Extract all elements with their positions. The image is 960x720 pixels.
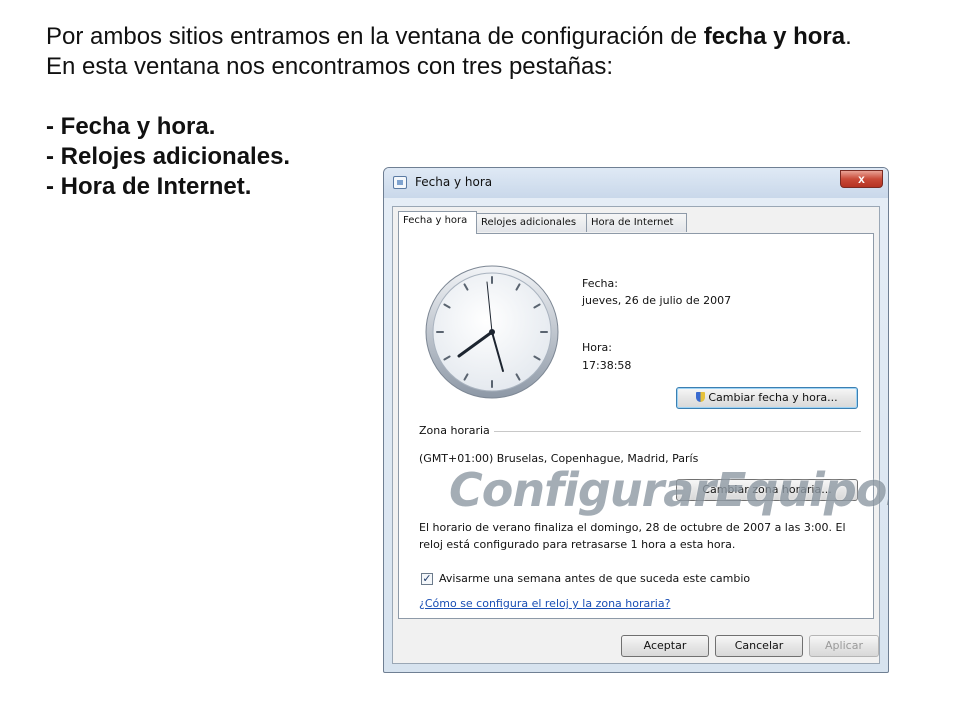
analog-clock-icon [425, 265, 559, 399]
notify-checkbox-label[interactable]: Avisarme una semana antes de que suceda … [439, 572, 750, 585]
close-button[interactable]: x [840, 170, 883, 188]
notify-checkbox[interactable]: ✓ [421, 573, 433, 585]
help-link[interactable]: ¿Cómo se configura el reloj y la zona ho… [419, 597, 670, 610]
dst-info-line-1: El horario de verano finaliza el domingo… [419, 521, 846, 534]
dialog-client: Fecha y hora Relojes adicionales Hora de… [392, 206, 888, 664]
shield-icon [696, 392, 706, 402]
calendar-icon [393, 176, 407, 189]
time-label: Hora: [582, 341, 612, 354]
date-value: jueves, 26 de julio de 2007 [582, 294, 732, 307]
timezone-separator [478, 431, 861, 432]
window-title: Fecha y hora [415, 175, 493, 189]
intro-text-1: Por ambos sitios entramos en la ventana … [46, 23, 704, 50]
tab-relojes-adicionales[interactable]: Relojes adicionales [476, 213, 587, 232]
timezone-label: Zona horaria [419, 424, 494, 437]
tab-list-item-1: - Fecha y hora. [46, 113, 216, 140]
intro-paragraph: Por ambos sitios entramos en la ventana … [46, 22, 886, 82]
datetime-window: Fecha y hora x Fecha y hora Relojes adic… [383, 167, 889, 673]
tab-panel: Fecha: jueves, 26 de julio de 2007 Hora:… [398, 233, 888, 619]
change-timezone-button[interactable]: Cambiar zona horaria... [676, 479, 858, 501]
tab-fecha-y-hora[interactable]: Fecha y hora [398, 211, 477, 234]
title-bar[interactable]: Fecha y hora x [384, 168, 888, 198]
intro-bold: fecha y hora [703, 23, 846, 50]
tab-hora-de-internet[interactable]: Hora de Internet [586, 213, 687, 232]
cancel-button[interactable]: Cancelar [715, 635, 803, 657]
apply-button[interactable]: Aplicar [809, 635, 879, 657]
change-datetime-button[interactable]: Cambiar fecha y hora... [676, 387, 858, 409]
date-label: Fecha: [582, 277, 618, 290]
ok-button[interactable]: Aceptar [621, 635, 709, 657]
dst-info-line-2: reloj está configurado para retrasarse 1… [419, 538, 736, 551]
timezone-value: (GMT+01:00) Bruselas, Copenhague, Madrid… [419, 452, 699, 465]
time-value: 17:38:58 [582, 359, 632, 372]
change-datetime-label: Cambiar fecha y hora... [708, 391, 838, 404]
